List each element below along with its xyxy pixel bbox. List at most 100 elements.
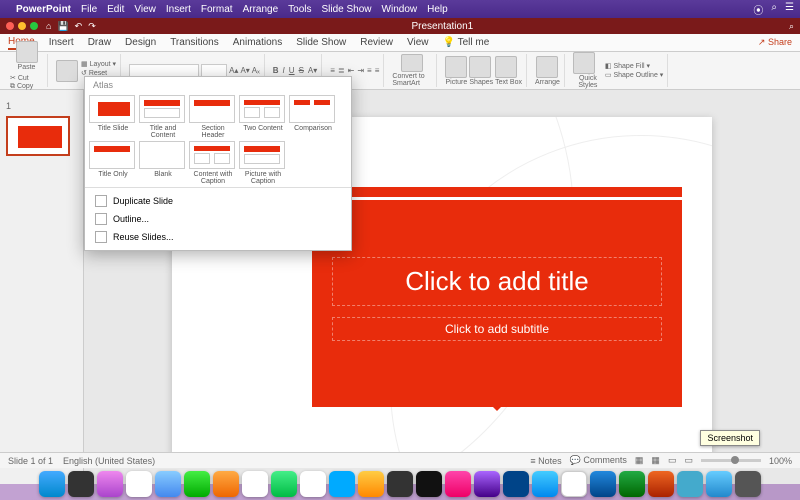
menu-tools[interactable]: Tools: [288, 4, 311, 15]
new-slide-button[interactable]: [56, 60, 78, 82]
strike-button[interactable]: S: [299, 66, 304, 75]
search-icon[interactable]: ⌕: [789, 21, 794, 32]
layout-title-content[interactable]: Title and Content: [139, 95, 187, 139]
menu-file[interactable]: File: [81, 4, 97, 15]
reminders-icon[interactable]: [387, 471, 413, 497]
app-name[interactable]: PowerPoint: [16, 4, 71, 15]
layout-picture-caption[interactable]: Picture with Caption: [239, 141, 287, 185]
word-icon[interactable]: [590, 471, 616, 497]
layout-button[interactable]: ▦ Layout ▾: [81, 60, 116, 68]
subtitle-placeholder[interactable]: Click to add subtitle: [332, 317, 662, 341]
messages-icon[interactable]: [184, 471, 210, 497]
qat-undo-icon[interactable]: ↶: [75, 21, 83, 32]
minimize-icon[interactable]: [18, 22, 26, 30]
calendar-icon[interactable]: [300, 471, 326, 497]
safari-icon[interactable]: [532, 471, 558, 497]
layout-section-header[interactable]: Section Header: [189, 95, 237, 139]
menu-window[interactable]: Window: [382, 4, 418, 15]
music-icon[interactable]: [445, 471, 471, 497]
traffic-lights[interactable]: [6, 22, 38, 30]
maximize-icon[interactable]: [30, 22, 38, 30]
shape-outline-button[interactable]: ▭ Shape Outline ▾: [605, 71, 663, 79]
comments-button[interactable]: 💬 Comments: [570, 455, 627, 466]
normal-view-icon[interactable]: ▦: [635, 455, 644, 466]
app-icon[interactable]: [126, 471, 152, 497]
quick-styles-button[interactable]: [573, 52, 595, 74]
font-color-button[interactable]: A▾: [308, 66, 317, 75]
layout-comparison[interactable]: Comparison: [289, 95, 337, 139]
close-icon[interactable]: [6, 22, 14, 30]
menu-view[interactable]: View: [134, 4, 156, 15]
tab-draw[interactable]: Draw: [88, 37, 111, 48]
notes-button[interactable]: ≡ Notes: [530, 456, 561, 466]
arrange-button[interactable]: [536, 56, 558, 78]
layout-two-content[interactable]: Two Content: [239, 95, 287, 139]
shape-fill-button[interactable]: ◧ Shape Fill ▾: [605, 62, 663, 70]
search-icon[interactable]: ⌕: [771, 2, 777, 17]
menu-help[interactable]: Help: [427, 4, 448, 15]
finder-icon[interactable]: [39, 471, 65, 497]
mail-icon[interactable]: [155, 471, 181, 497]
facetime-icon[interactable]: [271, 471, 297, 497]
sorter-view-icon[interactable]: ▦: [651, 455, 660, 466]
paste-button[interactable]: Paste: [16, 64, 38, 71]
tab-review[interactable]: Review: [360, 37, 393, 48]
clear-format-icon[interactable]: Aₓ: [252, 66, 260, 75]
menu-format[interactable]: Format: [201, 4, 233, 15]
convert-smartart-icon[interactable]: [401, 54, 423, 72]
qat-save-icon[interactable]: 💾: [57, 21, 68, 32]
menu-insert[interactable]: Insert: [166, 4, 191, 15]
powerpoint-icon[interactable]: [648, 471, 674, 497]
paste-icon[interactable]: [16, 41, 38, 63]
trash-icon[interactable]: [735, 471, 761, 497]
language-status[interactable]: English (United States): [63, 456, 155, 466]
tab-design[interactable]: Design: [125, 37, 156, 48]
thumbnail-panel[interactable]: 1: [0, 90, 84, 484]
settings-icon[interactable]: [68, 471, 94, 497]
tab-insert[interactable]: Insert: [49, 37, 74, 48]
numbering-icon[interactable]: ≣: [338, 66, 345, 75]
menu-edit[interactable]: Edit: [107, 4, 124, 15]
tab-slideshow[interactable]: Slide Show: [296, 37, 346, 48]
notes-icon[interactable]: [358, 471, 384, 497]
app-icon[interactable]: [97, 471, 123, 497]
maps-icon[interactable]: [213, 471, 239, 497]
layout-title-slide[interactable]: Title Slide: [89, 95, 137, 139]
shapes-button[interactable]: [469, 56, 491, 78]
share-button[interactable]: ↗ Share: [758, 37, 792, 48]
italic-button[interactable]: I: [283, 66, 285, 75]
align-left-icon[interactable]: ≡: [367, 66, 372, 75]
zoom-slider[interactable]: [701, 459, 761, 462]
align-center-icon[interactable]: ≡: [375, 66, 380, 75]
indent-decrease-icon[interactable]: ⇤: [348, 66, 355, 75]
photos-icon[interactable]: [242, 471, 268, 497]
underline-button[interactable]: U: [289, 66, 295, 75]
tab-view[interactable]: View: [407, 37, 429, 48]
increase-font-icon[interactable]: A▴: [229, 66, 238, 75]
menu-slideshow[interactable]: Slide Show: [322, 4, 372, 15]
control-center-icon[interactable]: ☰: [785, 2, 794, 17]
cut-button[interactable]: ✂ Cut: [10, 74, 43, 82]
tell-me[interactable]: 💡 Tell me: [443, 37, 490, 48]
slideshow-view-icon[interactable]: ▭: [684, 455, 693, 466]
bullets-icon[interactable]: ≡: [330, 66, 335, 75]
podcast-icon[interactable]: [474, 471, 500, 497]
app-icon[interactable]: [561, 471, 587, 497]
indent-increase-icon[interactable]: ⇥: [357, 66, 364, 75]
slide-counter[interactable]: Slide 1 of 1: [8, 456, 53, 466]
duplicate-slide-cmd[interactable]: Duplicate Slide: [85, 192, 351, 210]
app-icon[interactable]: [329, 471, 355, 497]
appstore-icon[interactable]: [503, 471, 529, 497]
reuse-slides-cmd[interactable]: Reuse Slides...: [85, 228, 351, 246]
tv-icon[interactable]: [416, 471, 442, 497]
menu-arrange[interactable]: Arrange: [243, 4, 279, 15]
excel-icon[interactable]: [619, 471, 645, 497]
title-placeholder[interactable]: Click to add title: [332, 257, 662, 306]
layout-content-caption[interactable]: Content with Caption: [189, 141, 237, 185]
decrease-font-icon[interactable]: A▾: [240, 66, 249, 75]
folder-icon[interactable]: [706, 471, 732, 497]
tab-transitions[interactable]: Transitions: [170, 37, 219, 48]
layout-title-only[interactable]: Title Only: [89, 141, 137, 185]
app-icon[interactable]: [677, 471, 703, 497]
textbox-button[interactable]: [495, 56, 517, 78]
